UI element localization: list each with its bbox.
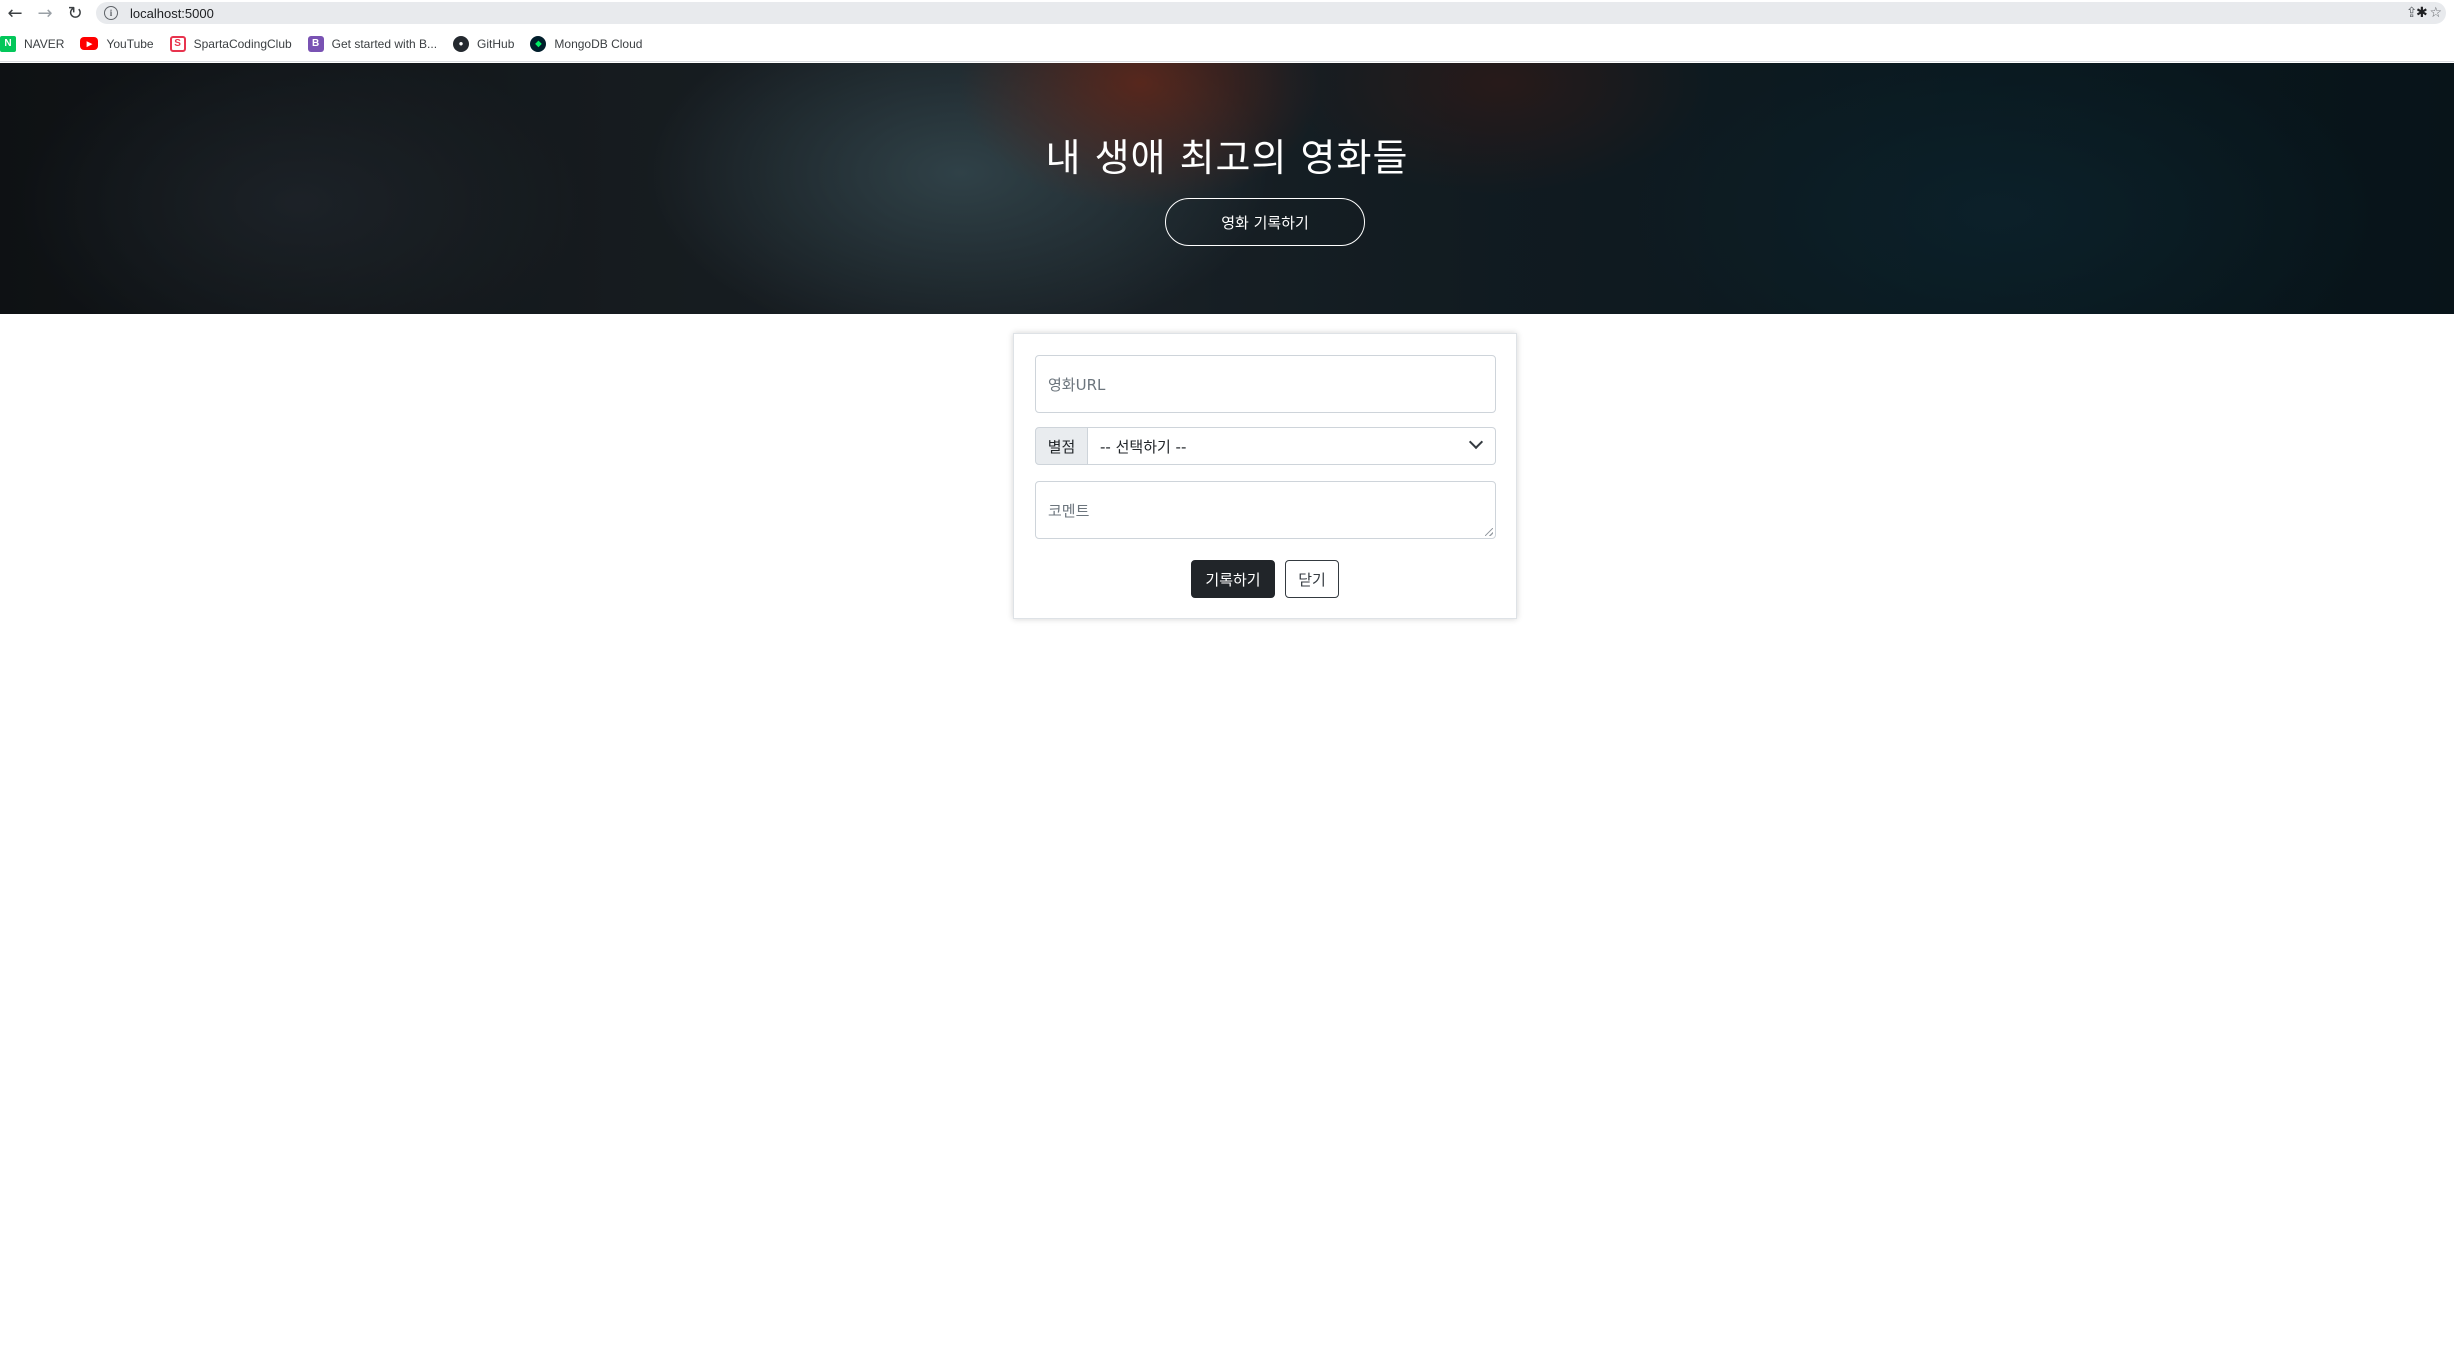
sparta-icon: S xyxy=(169,35,186,52)
github-icon: ● xyxy=(453,35,470,52)
record-movie-button[interactable]: 영화 기록하기 xyxy=(1165,198,1365,246)
form-buttons: 기록하기 닫기 xyxy=(1014,560,1516,598)
naver-icon: N xyxy=(0,35,16,52)
hero-banner: 내 생애 최고의 영화들 영화 기록하기 xyxy=(0,63,2454,314)
url-text[interactable]: localhost:5000 xyxy=(130,6,214,21)
address-bar[interactable]: i localhost:5000 ⇪ ☆ xyxy=(96,2,2446,24)
comment-textarea[interactable]: 코멘트 xyxy=(1035,481,1496,539)
rating-label: 별점 xyxy=(1035,427,1088,465)
bookmark-label: GitHub xyxy=(477,36,515,51)
resize-handle-icon[interactable] xyxy=(1485,528,1493,536)
bookmarks-bar: N NAVER ▶ YouTube S SpartaCodingClub B G… xyxy=(0,26,2454,62)
back-icon[interactable]: ← xyxy=(0,0,30,26)
bookmark-github[interactable]: ● GitHub xyxy=(453,31,522,57)
extensions-icon[interactable]: ✱ xyxy=(2416,0,2428,26)
rating-select-group: 별점 -- 선택하기 -- xyxy=(1035,427,1496,465)
reload-icon[interactable]: ↻ xyxy=(60,0,90,26)
browser-toolbar: ← → ↻ i localhost:5000 ⇪ ☆ ✱ xyxy=(0,0,2454,26)
mongodb-icon: ◆ xyxy=(530,35,547,52)
bookmark-bootstrap[interactable]: B Get started with B... xyxy=(307,31,445,57)
posting-form: 영화URL 별점 -- 선택하기 -- 코멘트 기록하기 닫기 xyxy=(1013,333,1517,619)
bookmark-naver[interactable]: N NAVER xyxy=(0,31,72,57)
submit-button[interactable]: 기록하기 xyxy=(1191,560,1275,598)
info-icon[interactable]: i xyxy=(104,6,118,20)
bookmark-spartacodingclub[interactable]: S SpartaCodingClub xyxy=(169,31,300,57)
bookmark-label: YouTube xyxy=(106,36,154,51)
bookmark-label: Get started with B... xyxy=(331,36,438,51)
bootstrap-icon: B xyxy=(307,35,324,52)
bookmark-star-icon[interactable]: ☆ xyxy=(2429,5,2442,21)
bookmark-youtube[interactable]: ▶ YouTube xyxy=(80,31,161,57)
chevron-down-icon xyxy=(1468,434,1484,450)
page-title: 내 생애 최고의 영화들 xyxy=(1045,136,1409,180)
hero-background-image xyxy=(0,63,2454,314)
forward-icon[interactable]: → xyxy=(30,0,60,26)
bookmark-label: MongoDB Cloud xyxy=(554,36,643,51)
close-button[interactable]: 닫기 xyxy=(1285,560,1339,598)
rating-select[interactable]: -- 선택하기 -- xyxy=(1088,427,1496,465)
comment-placeholder: 코멘트 xyxy=(1048,502,1090,520)
rating-selected-value: -- 선택하기 -- xyxy=(1100,437,1187,456)
movie-url-input[interactable]: 영화URL xyxy=(1035,355,1496,413)
page: 내 생애 최고의 영화들 영화 기록하기 영화URL 별점 -- 선택하기 --… xyxy=(0,63,2454,1360)
bookmark-label: NAVER xyxy=(24,36,65,51)
youtube-icon: ▶ xyxy=(80,37,99,50)
bookmark-mongodb[interactable]: ◆ MongoDB Cloud xyxy=(530,31,650,57)
bookmark-label: SpartaCodingClub xyxy=(193,36,292,51)
